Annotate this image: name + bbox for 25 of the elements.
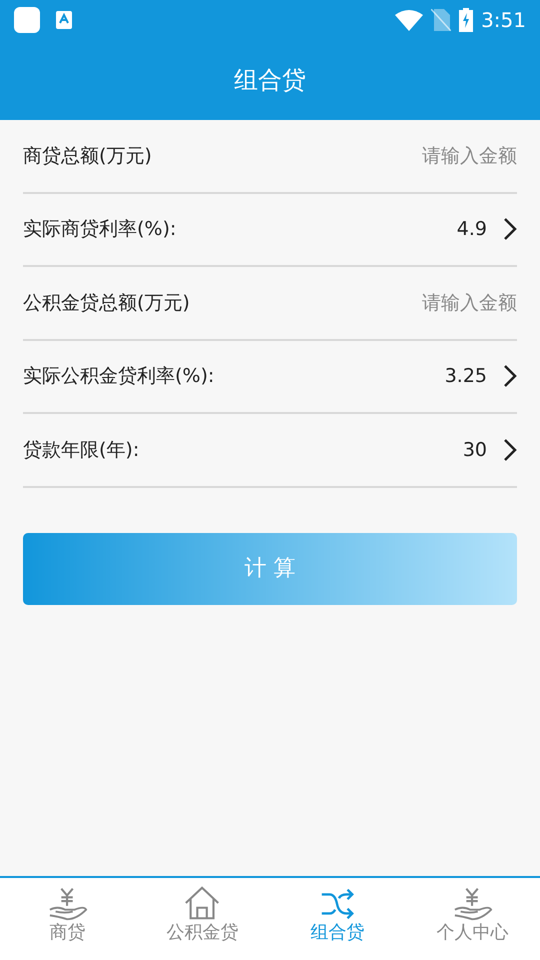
field-value[interactable]: 3.25 [444, 362, 487, 390]
chevron-right-icon[interactable] [503, 364, 517, 388]
page-title: 组合贷 [234, 65, 306, 96]
nav-tab[interactable]: 组合贷 [270, 878, 405, 960]
nav-tab[interactable]: 个人中心 [405, 878, 540, 960]
no-sim-icon [431, 9, 452, 31]
field-label: 实际商贷利率(%): [23, 217, 176, 242]
chevron-right-icon[interactable] [503, 217, 517, 242]
clock-time: 3:51 [481, 7, 526, 34]
field-label: 公积金贷总额(万元) [23, 290, 190, 316]
amount-input[interactable]: 请输入金额 [367, 142, 517, 170]
keyboard-icon [56, 11, 72, 29]
field-label: 贷款年限(年): [23, 438, 140, 462]
amount-input[interactable]: 请输入金额 [367, 288, 517, 317]
nav-tab[interactable]: 公积金贷 [135, 878, 270, 960]
wifi-icon [395, 9, 424, 31]
nav-tab[interactable]: 商贷 [0, 878, 135, 960]
field-label: 商贷总额(万元) [23, 144, 152, 168]
battery-icon [459, 8, 474, 32]
calculate-button[interactable]: 计 算 [23, 532, 517, 604]
field-value[interactable]: 30 [462, 436, 487, 464]
field-label: 实际公积金贷利率(%): [23, 364, 214, 389]
app-icon [14, 7, 40, 33]
chevron-right-icon[interactable] [503, 438, 517, 462]
field-value[interactable]: 4.9 [456, 215, 487, 244]
